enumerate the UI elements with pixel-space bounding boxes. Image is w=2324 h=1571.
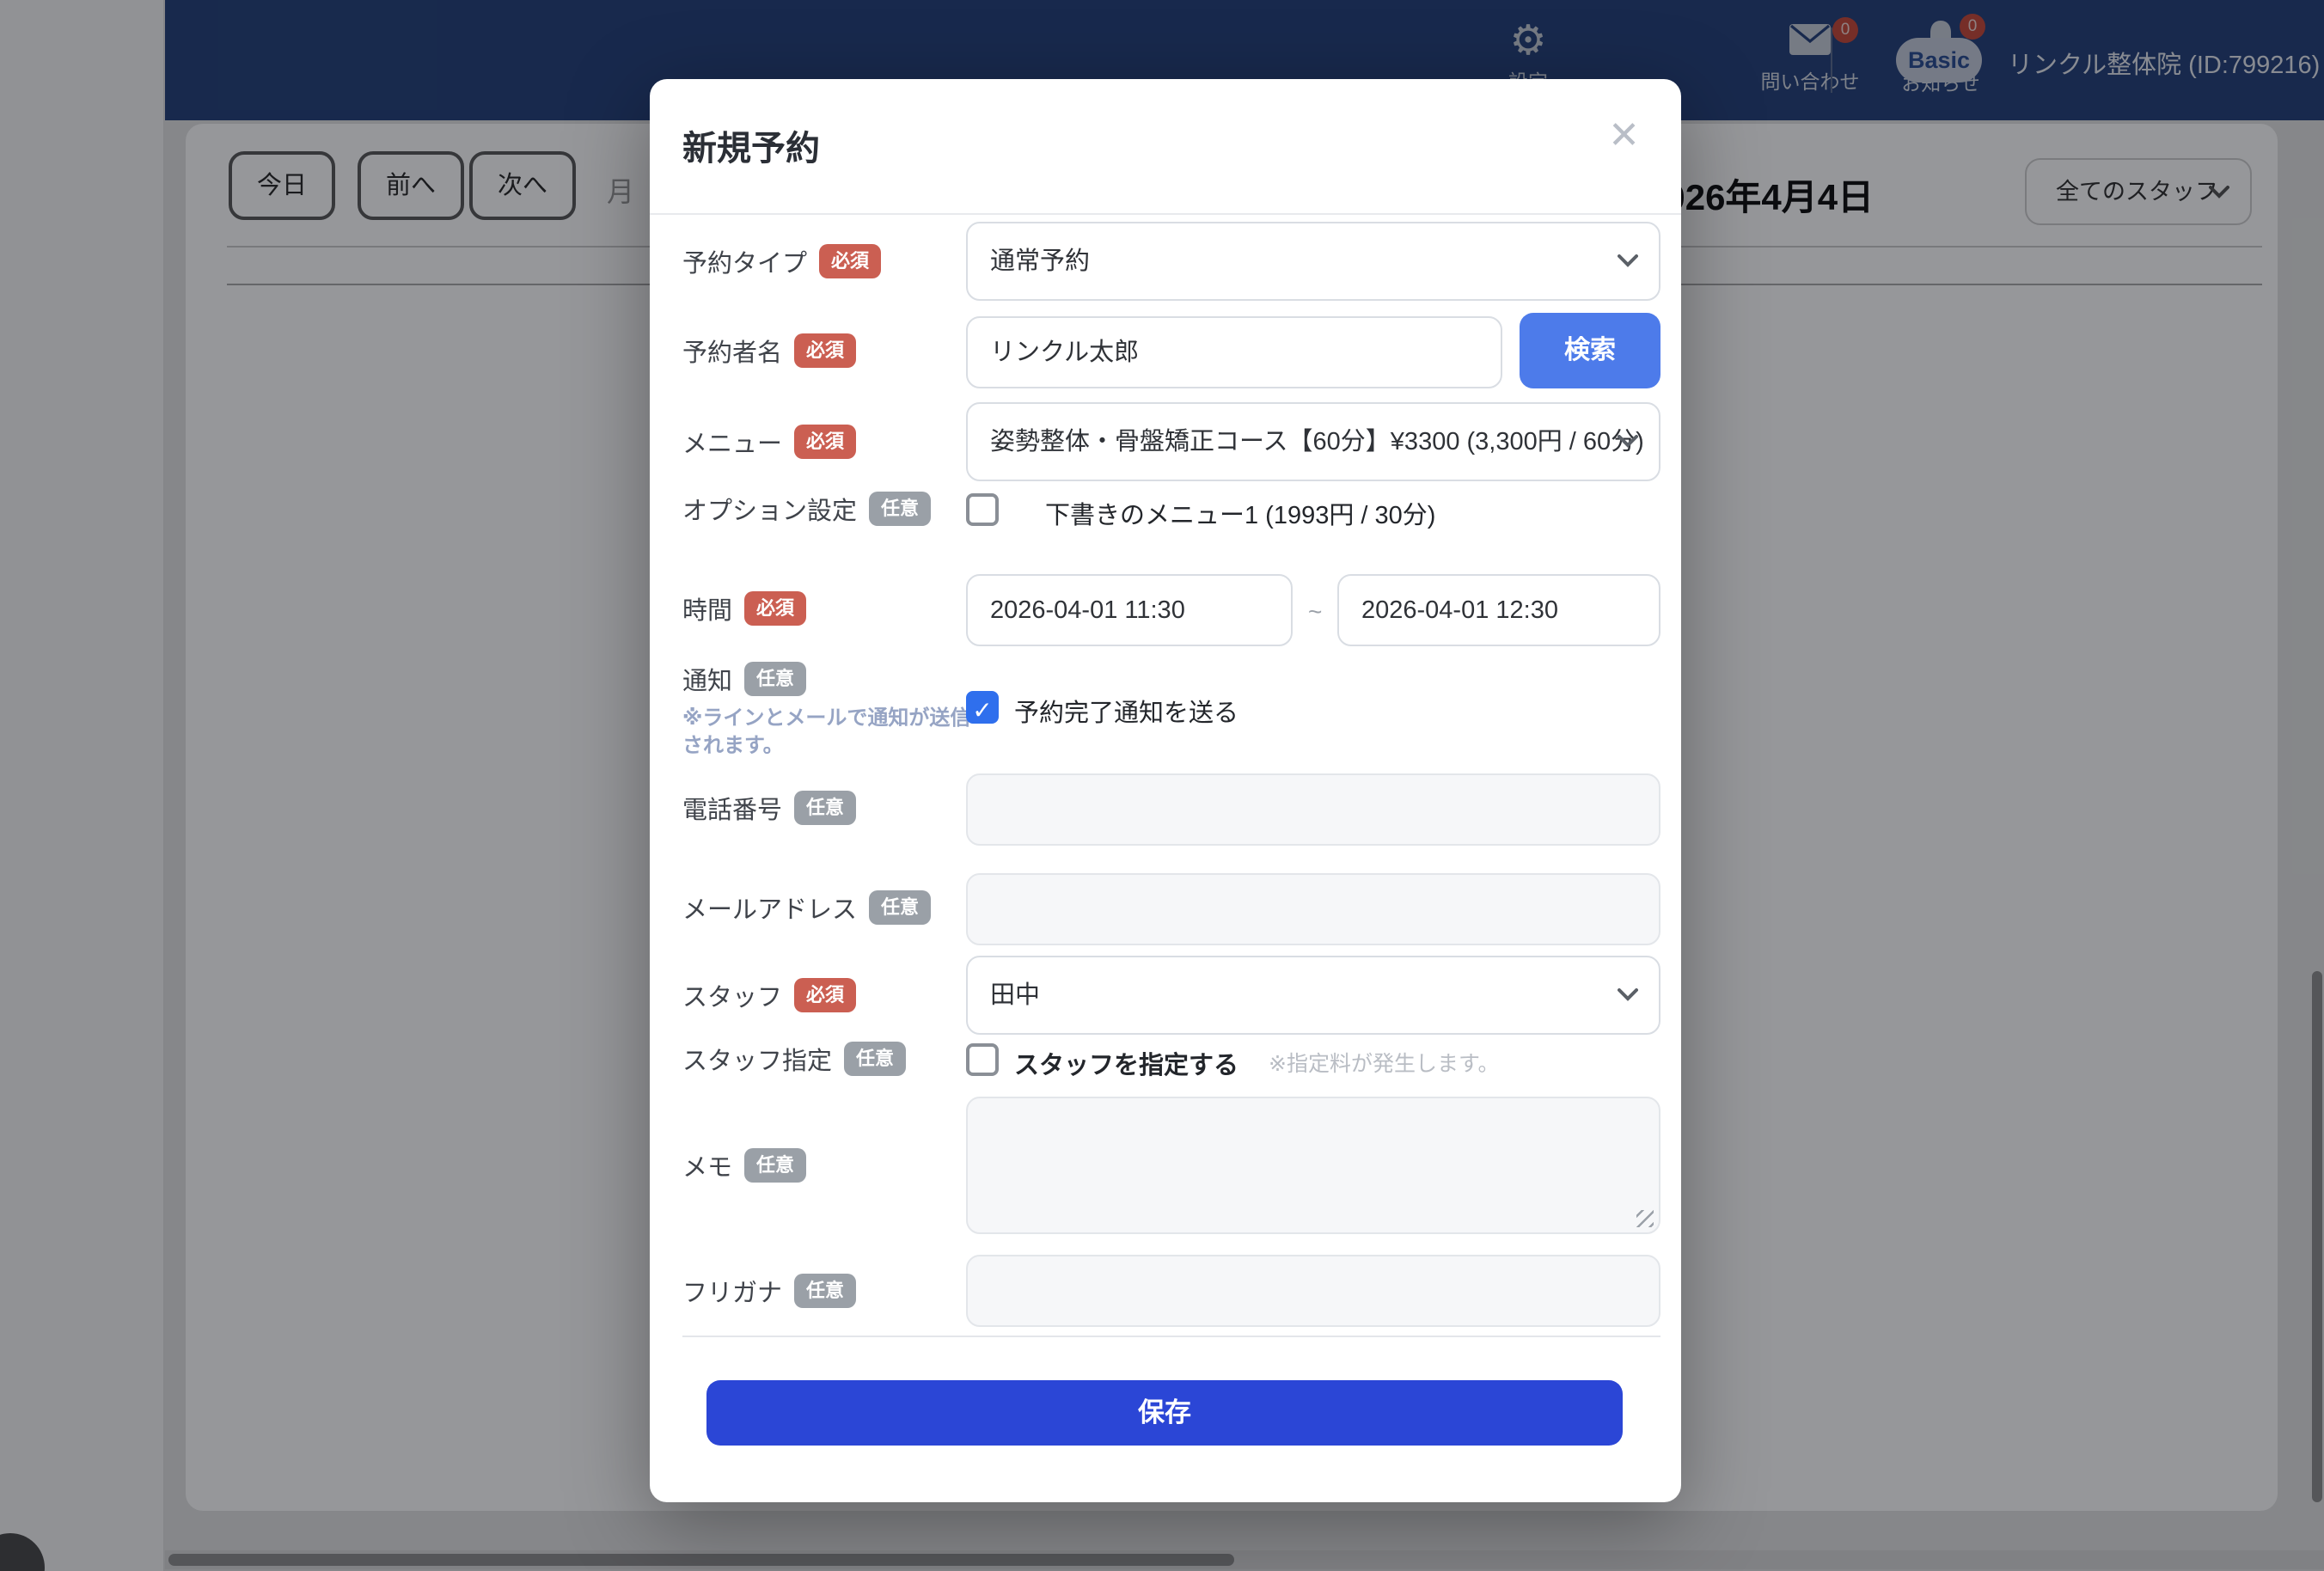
field-label-type: 予約タイプ必須 [682,222,881,301]
new-reservation-modal: 新規予約 ✕ 予約タイプ必須 通常予約 予約者名必須 リンクル太郎 検索 メニュ… [650,79,1681,1502]
chevron-down-icon [1618,435,1638,449]
time-start-value: 2026-04-01 11:30 [990,596,1185,624]
option-checkbox[interactable] [966,493,999,526]
modal-header-divider [650,213,1681,215]
field-label-staff-assign: スタッフ指定任意 [682,1038,906,1079]
optional-badge: 任意 [844,1042,906,1076]
field-label-notify: 通知任意 [682,658,806,700]
resize-grip[interactable] [1636,1210,1654,1227]
optional-badge: 任意 [869,492,931,526]
email-input[interactable] [966,873,1660,945]
field-label-staff: スタッフ必須 [682,956,856,1035]
field-label-option: オプション設定任意 [682,485,931,533]
staff-assign-checkbox[interactable] [966,1043,999,1076]
field-label-time: 時間必須 [682,572,806,645]
search-button[interactable]: 検索 [1520,313,1660,388]
notify-note: ※ラインとメールで通知が送信されます。 [682,705,978,760]
time-end-input[interactable]: 2026-04-01 12:30 [1337,574,1660,646]
app-root: ⚙ 設定 0 問い合わせ 0 お知らせ Basi [0,0,2324,1571]
menu-select-value: 姿勢整体・骨盤矯正コース【60分】¥3300 (3,300円 / 60分) [990,428,1644,455]
staff-assign-checkbox-label[interactable]: スタッフを指定する [1014,1045,1238,1081]
type-select-value: 通常予約 [990,248,1090,275]
required-badge: 必須 [794,425,856,459]
time-start-input[interactable]: 2026-04-01 11:30 [966,574,1293,646]
field-label-menu: メニュー必須 [682,402,856,481]
optional-badge: 任意 [794,1274,856,1308]
staff-select-value: 田中 [990,981,1040,1009]
field-label-name: 予約者名必須 [682,315,856,387]
optional-badge: 任意 [744,662,806,696]
field-label-furigana: フリガナ任意 [682,1255,856,1327]
close-icon[interactable]: ✕ [1608,117,1640,155]
required-badge: 必須 [794,333,856,368]
time-separator: ~ [1308,598,1322,626]
chevron-down-icon [1618,988,1638,1002]
memo-textarea[interactable] [966,1097,1660,1234]
furigana-input[interactable] [966,1255,1660,1327]
required-badge: 必須 [744,591,806,626]
option-checkbox-label[interactable]: 下書きのメニュー1 (1993円 / 30分) [1045,495,1435,531]
required-badge: 必須 [794,978,856,1012]
type-select[interactable]: 通常予約 [966,222,1660,301]
optional-badge: 任意 [869,890,931,925]
name-input-value: リンクル太郎 [990,339,1139,366]
notify-checkbox-label[interactable]: 予約完了通知を送る [1014,693,1238,729]
optional-badge: 任意 [744,1148,806,1183]
time-end-value: 2026-04-01 12:30 [1361,596,1558,624]
field-label-phone: 電話番号任意 [682,772,856,844]
save-button[interactable]: 保存 [706,1380,1623,1446]
optional-badge: 任意 [794,791,856,825]
modal-title: 新規予約 [682,120,820,170]
staff-select[interactable]: 田中 [966,956,1660,1035]
staff-assign-note: ※指定料が発生します。 [1269,1047,1499,1078]
required-badge: 必須 [819,244,881,278]
field-label-memo: メモ任意 [682,1097,806,1234]
notify-checkbox[interactable]: ✓ [966,691,999,724]
phone-input[interactable] [966,773,1660,846]
name-input[interactable]: リンクル太郎 [966,316,1502,388]
chevron-down-icon [1618,254,1638,268]
menu-select[interactable]: 姿勢整体・骨盤矯正コース【60分】¥3300 (3,300円 / 60分) [966,402,1660,481]
modal-footer-divider [682,1336,1660,1337]
field-label-email: メールアドレス任意 [682,871,931,944]
